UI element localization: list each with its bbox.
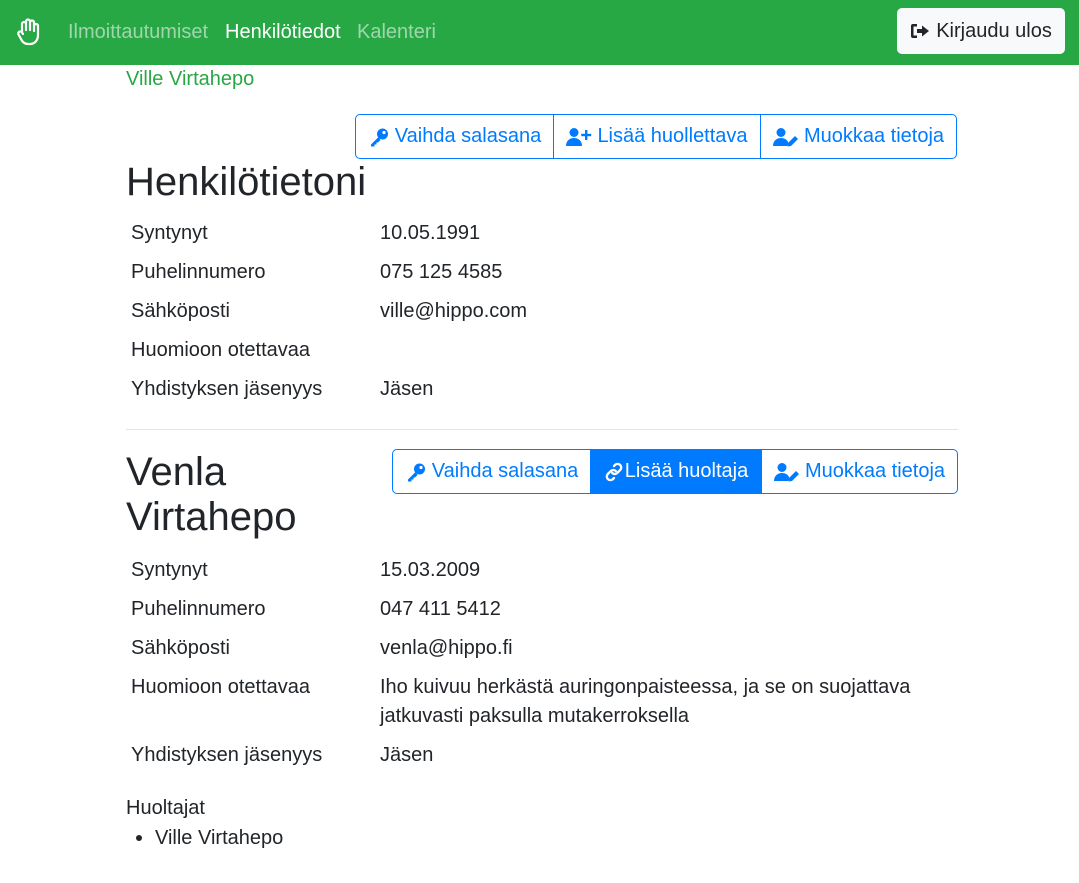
label-membership: Yhdistyksen jäsenyys bbox=[131, 378, 323, 400]
current-user-link[interactable]: Ville Virtahepo bbox=[126, 67, 254, 91]
label-born: Syntynyt bbox=[131, 222, 208, 244]
nav-link-henkilotiedot[interactable]: Henkilötiedot bbox=[225, 20, 341, 44]
nav-link-kalenteri[interactable]: Kalenteri bbox=[357, 20, 436, 44]
dependent-label-born: Syntynyt bbox=[131, 559, 208, 581]
self-actions: Vaihda salasana Lisää huollettava Muokka… bbox=[355, 114, 957, 159]
add-dependent-button[interactable]: Lisää huollettava bbox=[553, 114, 761, 159]
value-phone: 075 125 4585 bbox=[380, 261, 503, 283]
dependent-name-line2: Virtahepo bbox=[126, 495, 297, 539]
dependent-value-membership: Jäsen bbox=[380, 744, 434, 766]
dependent-label-email: Sähköposti bbox=[131, 637, 230, 659]
label-email: Sähköposti bbox=[131, 300, 230, 322]
user-plus-icon bbox=[566, 127, 592, 146]
edit-info-label: Muokkaa tietoja bbox=[803, 125, 945, 147]
dependent-value-email: venla@hippo.fi bbox=[380, 637, 513, 659]
value-membership: Jäsen bbox=[380, 378, 434, 400]
dependent-change-password-label: Vaihda salasana bbox=[431, 460, 579, 482]
navbar: Ilmoittautumiset Henkilötiedot Kalenteri… bbox=[0, 0, 1079, 65]
dependent-label-membership: Yhdistyksen jäsenyys bbox=[131, 744, 323, 766]
nav-link-ilmoittautumiset[interactable]: Ilmoittautumiset bbox=[68, 20, 208, 44]
user-edit-icon bbox=[773, 462, 799, 481]
add-guardian-button[interactable]: Lisää huoltaja bbox=[590, 449, 762, 494]
dependent-name-line1: Venla bbox=[126, 450, 227, 494]
edit-info-button[interactable]: Muokkaa tietoja bbox=[760, 114, 957, 159]
value-email: ville@hippo.com bbox=[380, 300, 528, 322]
key-icon bbox=[370, 128, 388, 146]
hand-paper-icon[interactable] bbox=[16, 18, 42, 46]
bullet-icon bbox=[136, 835, 142, 841]
logout-button[interactable]: Kirjaudu ulos bbox=[897, 8, 1065, 54]
logout-label: Kirjaudu ulos bbox=[936, 19, 1052, 42]
dependent-label-phone: Puhelinnumero bbox=[131, 598, 266, 620]
label-phone: Puhelinnumero bbox=[131, 261, 266, 283]
sign-out-icon bbox=[911, 24, 930, 38]
list-item: Ville Virtahepo bbox=[136, 826, 283, 850]
add-dependent-label: Lisää huollettava bbox=[597, 125, 748, 147]
user-edit-icon bbox=[772, 127, 798, 146]
dependent-change-password-button[interactable]: Vaihda salasana bbox=[392, 449, 591, 494]
dependent-edit-info-label: Muokkaa tietoja bbox=[804, 460, 946, 482]
value-born: 10.05.1991 bbox=[380, 222, 481, 244]
guardian-name: Ville Virtahepo bbox=[155, 827, 284, 849]
dependent-value-phone: 047 411 5412 bbox=[380, 598, 501, 620]
key-icon bbox=[407, 463, 425, 481]
dependent-actions: Vaihda salasana Lisää huoltaja Muokkaa t… bbox=[392, 449, 958, 494]
dependent-value-notes: Iho kuivuu herkästä auringonpaisteessa, … bbox=[380, 676, 911, 727]
dependent-edit-info-button[interactable]: Muokkaa tietoja bbox=[761, 449, 958, 494]
page-title: Henkilötietoni bbox=[126, 160, 367, 204]
add-guardian-label: Lisää huoltaja bbox=[624, 460, 749, 482]
change-password-button[interactable]: Vaihda salasana bbox=[355, 114, 554, 159]
guardians-heading: Huoltajat bbox=[126, 797, 205, 819]
label-notes: Huomioon otettavaa bbox=[131, 339, 311, 361]
dependent-value-born: 15.03.2009 bbox=[380, 559, 481, 581]
dependent-label-notes: Huomioon otettavaa bbox=[131, 676, 311, 698]
section-divider bbox=[126, 429, 958, 430]
change-password-label: Vaihda salasana bbox=[394, 125, 542, 147]
link-icon bbox=[605, 462, 623, 481]
